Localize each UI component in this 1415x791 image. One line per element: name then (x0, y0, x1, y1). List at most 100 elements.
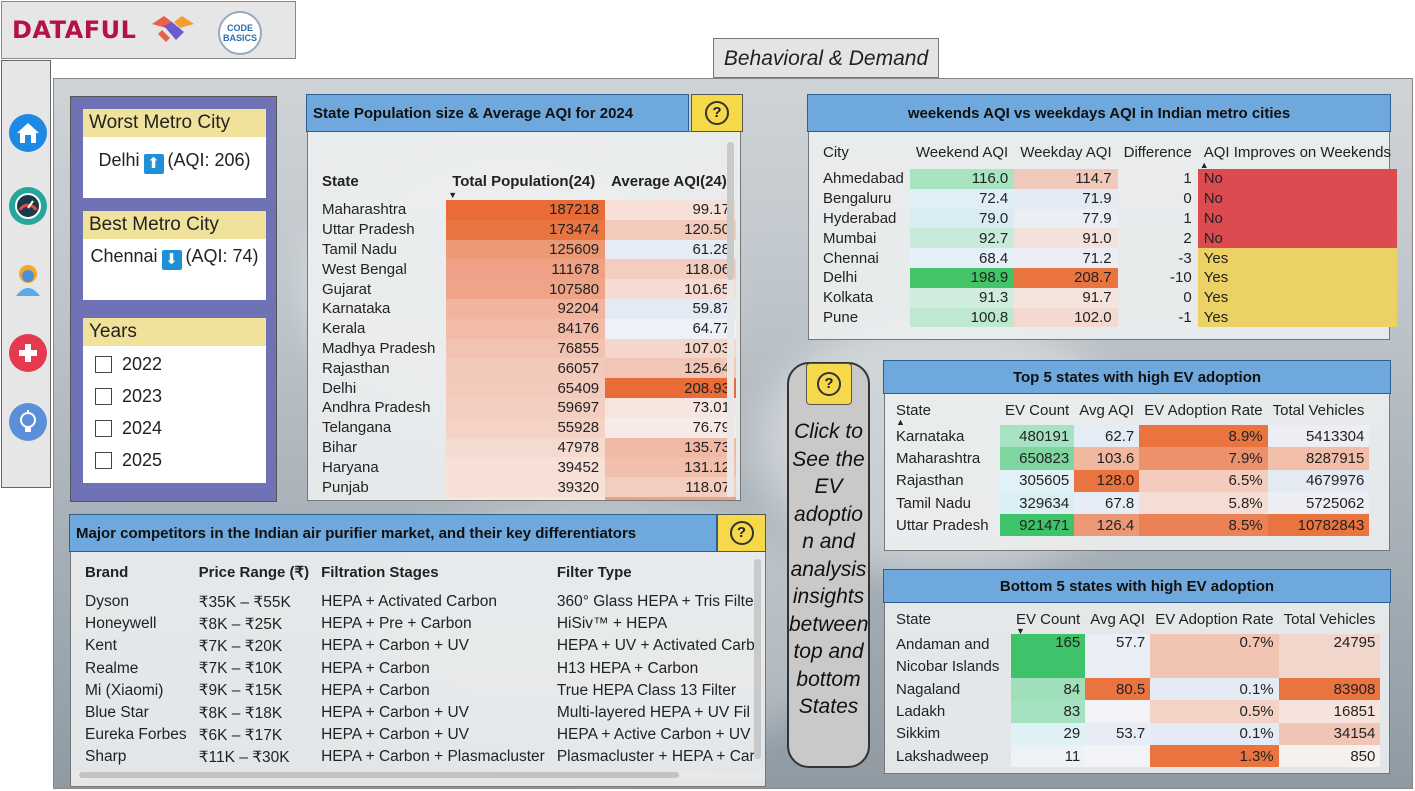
table-row[interactable]: Blue Star ₹8K – ₹18K HEPA + Carbon + UV Mul… (79, 702, 765, 724)
column-header-total-vehicles[interactable]: Total Vehicles (1268, 400, 1370, 425)
codebasics-logo: CODE BASICS (218, 11, 262, 55)
checkbox[interactable] (95, 419, 112, 437)
table-row[interactable]: Hyderabad 79.0 77.9 1 No (817, 208, 1398, 229)
table-row[interactable]: Sikkim 29 53.7 0.1% 34154 (891, 722, 1381, 745)
table-row[interactable]: Ahmedabad 116.0 114.7 1 No (817, 169, 1398, 189)
adoption-rate-cell: 6.5% (1139, 469, 1268, 492)
table-row[interactable]: Rajasthan 305605 128.0 6.5% 4679976 (891, 469, 1370, 492)
column-header-ev-count[interactable]: EV Count ▼ (1011, 609, 1085, 636)
table-row[interactable]: Telangana 55928 76.79 (316, 417, 736, 438)
column-header-city[interactable]: City (817, 142, 910, 169)
table-row[interactable]: Mi (Xiaomi) ₹9K – ₹15K HEPA + Carbon True H… (79, 680, 765, 702)
column-header-population[interactable]: Total Population(24) ▼ (446, 170, 605, 200)
user-idea-icon[interactable] (9, 261, 47, 299)
table-row[interactable]: Maharashtra 187218 99.17 (316, 200, 736, 220)
table-row[interactable]: Punjab 39320 118.07 (316, 477, 736, 497)
column-header-avg-aqi[interactable]: Avg AQI (1085, 609, 1150, 634)
column-header-filter-type[interactable]: Filter Type (551, 561, 765, 591)
help-button[interactable]: ? (691, 94, 743, 132)
table-row[interactable]: Nagaland 84 80.5 0.1% 83908 (891, 678, 1381, 701)
ev-count-cell: 921471 (1000, 514, 1075, 537)
column-header-avg-aqi[interactable]: Avg AQI (1074, 400, 1139, 425)
price-cell: ₹7K – ₹20K (198, 637, 283, 655)
column-header-difference[interactable]: Difference (1118, 142, 1198, 169)
table-row[interactable]: Andhra Pradesh 59697 73.01 (316, 397, 736, 418)
table-row[interactable]: Honeywell ₹8K – ₹25K HEPA + Pre + Carbon Hi… (79, 613, 765, 635)
state-cell: Kerala (322, 320, 366, 338)
best-metro-card: Best Metro City Chennai ⬇ (AQI: 74) (83, 211, 266, 300)
table-row[interactable]: Eureka Forbes ₹6K – ₹17K HEPA + Carbon + U… (79, 724, 765, 746)
aqi-cell: 118.07 (605, 477, 736, 497)
column-header-state[interactable]: State (891, 609, 1011, 634)
filtration-cell: HEPA + Carbon + Plasmacluster (321, 748, 545, 766)
column-header-price[interactable]: Price Range (₹) (193, 561, 315, 591)
table-row[interactable]: Pune 100.8 102.0 -1 Yes (817, 307, 1398, 328)
table-row[interactable]: Jharkhand31774154.63 (316, 496, 736, 500)
gauge-icon[interactable] (9, 187, 47, 225)
year-option-2023[interactable]: 2023 (83, 380, 266, 412)
price-cell: ₹6K – ₹17K (198, 726, 283, 744)
table-row[interactable]: Sharp ₹11K – ₹30K HEPA + Carbon + Plasmacl… (79, 746, 765, 768)
table-row[interactable]: Madhya Pradesh 76855 107.03 (316, 338, 736, 359)
table-row[interactable]: Kerala 84176 64.77 (316, 318, 736, 339)
table-row[interactable]: Andaman and Nicobar Islands 165 57.7 0.7% 24… (891, 634, 1381, 678)
table-row[interactable]: Kent ₹7K – ₹20K HEPA + Carbon + UV HEPA + U… (79, 635, 765, 657)
table-row[interactable]: Rajasthan 66057 125.64 (316, 358, 736, 379)
column-header-ev-count[interactable]: EV Count (1000, 400, 1074, 425)
ev-insights-button[interactable]: ? Click to See the EV adoptio n and analysis i… (787, 362, 870, 768)
year-option-2022[interactable]: 2022 (83, 348, 266, 380)
table-row[interactable]: Karnataka 480191 62.7 8.9% 5413304 (891, 425, 1370, 448)
column-header-state[interactable]: State ▲ (891, 400, 1000, 427)
table-row[interactable]: Uttar Pradesh 173474 120.50 (316, 219, 736, 240)
table-row[interactable]: Tamil Nadu 125609 61.28 (316, 239, 736, 260)
table-row[interactable]: Delhi 198.9 208.7 -10 Yes (817, 267, 1398, 288)
column-header-adoption-rate[interactable]: EV Adoption Rate (1150, 609, 1278, 634)
table-row[interactable]: Ladakh 83 0.5% 16851 (891, 700, 1381, 723)
scrollbar-thumb[interactable] (727, 142, 734, 280)
table-row[interactable]: West Bengal 111678 118.06 (316, 259, 736, 280)
horizontal-scrollbar-thumb[interactable] (79, 772, 679, 778)
column-header-total-vehicles[interactable]: Total Vehicles (1279, 609, 1381, 634)
table-row[interactable]: Kolkata 91.3 91.7 0 Yes (817, 287, 1398, 308)
column-header-state[interactable]: State (316, 170, 446, 200)
aqi-cell: 118.06 (605, 259, 736, 280)
column-header-improves[interactable]: AQI Improves on Weekends ▲ (1198, 142, 1397, 170)
scrollbar-thumb[interactable] (754, 559, 761, 759)
column-header-adoption-rate[interactable]: EV Adoption Rate (1139, 400, 1267, 425)
table-row[interactable]: Gujarat 107580 101.65 (316, 279, 736, 299)
column-header-filtration[interactable]: Filtration Stages (315, 561, 551, 591)
year-option-2024[interactable]: 2024 (83, 412, 266, 444)
checkbox[interactable] (95, 451, 112, 469)
help-button[interactable]: ? (717, 514, 766, 552)
checkbox[interactable] (95, 387, 112, 405)
checkbox[interactable] (95, 355, 112, 373)
weekend-aqi-cell: 79.0 (909, 208, 1015, 229)
table-row[interactable]: Realme ₹7K – ₹10K HEPA + Carbon H13 HEPA + … (79, 658, 765, 680)
help-button[interactable]: ? (806, 363, 852, 405)
state-cell: Andaman and Nicobar Islands (896, 636, 1000, 675)
home-icon[interactable] (9, 114, 47, 152)
health-cross-icon[interactable] (9, 334, 47, 372)
column-header-aqi[interactable]: Average AQI(24) (605, 170, 736, 200)
table-row[interactable]: Chennai 68.4 71.2 -3 Yes (817, 248, 1398, 268)
column-header-brand[interactable]: Brand (79, 561, 193, 591)
total-vehicles-cell: 24795 (1278, 634, 1381, 678)
table-row[interactable]: Haryana 39452 131.12 (316, 457, 736, 478)
table-row[interactable]: Tamil Nadu 329634 67.8 5.8% 5725062 (891, 491, 1370, 515)
column-header-weekday[interactable]: Weekday AQI (1014, 142, 1117, 169)
table-row[interactable]: Lakshadweep 11 1.3% 850 (891, 744, 1381, 768)
table-row[interactable]: Mumbai 92.7 91.0 2 No (817, 228, 1398, 249)
table-row[interactable]: Delhi 65409 208.93 (316, 378, 736, 398)
bulb-icon[interactable] (9, 403, 47, 441)
year-option-2025[interactable]: 2025 (83, 444, 266, 476)
table-row[interactable]: Bihar 47978 135.73 (316, 437, 736, 458)
table-row[interactable]: Dyson ₹35K – ₹55K HEPA + Activated Carbon 3… (79, 591, 765, 613)
city-cell: Chennai (823, 249, 879, 267)
table-row[interactable]: Uttar Pradesh 921471 126.4 8.5% 10782843 (891, 514, 1370, 537)
table-row[interactable]: Bengaluru 72.4 71.9 0 No (817, 188, 1398, 209)
worst-metro-city: Delhi (98, 150, 140, 170)
table-row[interactable]: Maharashtra 650823 103.6 7.9% 8287915 (891, 447, 1370, 470)
table-row[interactable]: Karnataka 92204 59.87 (316, 298, 736, 319)
worst-metro-aqi: (AQI: 206) (167, 150, 251, 170)
column-header-weekend[interactable]: Weekend AQI (910, 142, 1014, 169)
